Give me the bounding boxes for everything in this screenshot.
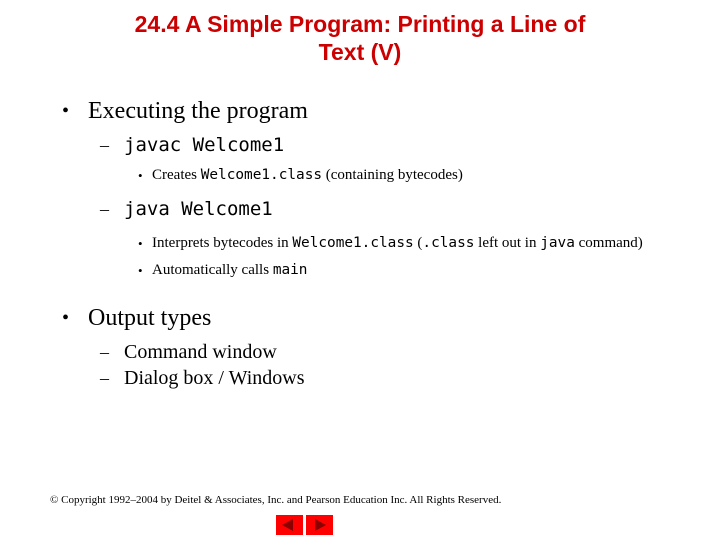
- bullet-text-part-1: Interprets bytecodes in: [152, 235, 293, 251]
- bullet-creates-welcome1-class: • Creates Welcome1.class (containing byt…: [0, 165, 720, 186]
- inline-code-welcome1-class: Welcome1.class: [200, 167, 323, 183]
- bullet-text: java Welcome1: [124, 198, 273, 220]
- inline-code-welcome1-class: Welcome1.class: [292, 235, 414, 251]
- dash-marker-icon: –: [100, 342, 109, 362]
- bullet-text-part-1: Creates: [152, 167, 201, 183]
- triangle-right-icon: [315, 519, 326, 531]
- bullet-command-window: – Command window: [0, 339, 720, 365]
- dash-marker-icon: –: [100, 368, 109, 388]
- bullet-marker-icon: •: [138, 263, 143, 278]
- bullet-javac-welcome1: – javac Welcome1: [0, 132, 720, 159]
- bullet-text: javac Welcome1: [124, 134, 285, 156]
- next-slide-button[interactable]: [306, 515, 333, 535]
- bullet-text-part-2: (containing bytecodes): [322, 167, 463, 183]
- inline-code-java: java: [540, 235, 575, 251]
- bullet-marker-icon: •: [62, 100, 70, 122]
- slide-canvas: 24.4 A Simple Program: Printing a Line o…: [0, 0, 720, 540]
- bullet-text: Executing the program: [88, 98, 308, 124]
- triangle-left-icon: [282, 519, 293, 531]
- slide-navigation: [276, 515, 446, 537]
- bullet-text: Command window: [124, 341, 277, 363]
- bullet-marker-icon: •: [138, 168, 143, 183]
- bullet-text-part-4: command): [574, 235, 643, 251]
- bullet-text-part-1: Automatically calls: [152, 262, 273, 278]
- dash-marker-icon: –: [100, 135, 109, 155]
- page-title-line-2: Text (V): [318, 39, 402, 65]
- bullet-java-welcome1: – java Welcome1: [0, 196, 720, 223]
- copyright-notice: © Copyright 1992–2004 by Deitel & Associ…: [50, 494, 502, 506]
- bullet-marker-icon: •: [62, 307, 70, 329]
- slide-body: • Executing the program – javac Welcome1…: [0, 96, 720, 391]
- bullet-executing-the-program: • Executing the program: [0, 96, 720, 126]
- inline-code-main: main: [272, 262, 308, 278]
- previous-slide-button[interactable]: [276, 515, 303, 535]
- bullet-text: Dialog box / Windows: [124, 367, 305, 389]
- bullet-marker-icon: •: [138, 236, 143, 251]
- bullet-automatically-calls-main: • Automatically calls main: [0, 260, 720, 281]
- dash-marker-icon: –: [100, 199, 109, 219]
- page-title-line-1: 24.4 A Simple Program: Printing a Line o…: [134, 11, 586, 37]
- bullet-dialog-box-windows: – Dialog box / Windows: [0, 365, 720, 391]
- bullet-output-types: • Output types: [0, 303, 720, 333]
- bullet-interprets-bytecodes: • Interprets bytecodes in Welcome1.class…: [0, 233, 720, 254]
- bullet-text: Output types: [88, 305, 212, 331]
- bullet-text-part-3: left out in: [474, 235, 541, 251]
- page-title: 24.4 A Simple Program: Printing a Line o…: [60, 10, 660, 66]
- inline-code-dot-class: .class: [422, 235, 475, 251]
